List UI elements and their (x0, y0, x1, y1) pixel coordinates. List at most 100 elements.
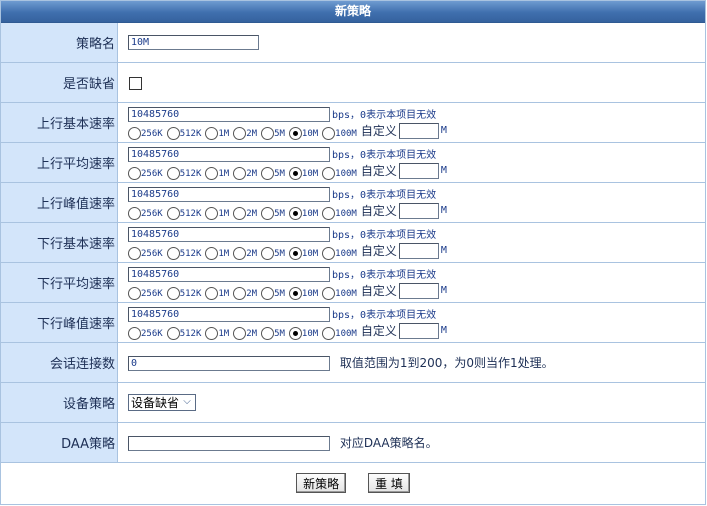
radio-button[interactable] (288, 206, 302, 220)
radio-button[interactable] (288, 286, 302, 300)
rate-option[interactable]: 2M (233, 162, 257, 180)
radio-button[interactable] (205, 206, 219, 220)
radio-button[interactable] (205, 246, 219, 260)
rate-option[interactable]: 512K (166, 322, 201, 340)
radio-button[interactable] (205, 326, 219, 340)
rate-option[interactable]: 256K (128, 122, 163, 140)
rate-option[interactable]: 512K (166, 162, 201, 180)
radio-button[interactable] (205, 126, 219, 140)
radio-button[interactable] (288, 326, 302, 340)
rate-option[interactable]: 256K (128, 162, 163, 180)
radio-button[interactable] (128, 286, 141, 300)
custom-rate-input[interactable] (398, 282, 439, 299)
rate-option[interactable]: 512K (166, 282, 201, 300)
rate-option[interactable]: 256K (128, 242, 163, 260)
radio-button[interactable] (166, 246, 180, 260)
rate-option[interactable]: 1M (205, 162, 229, 180)
radio-button[interactable] (233, 126, 247, 140)
rate-option[interactable]: 1M (205, 242, 229, 260)
radio-button[interactable] (322, 246, 336, 260)
radio-button[interactable] (288, 166, 302, 180)
rate-option[interactable]: 100M (322, 242, 357, 260)
rate-option[interactable]: 512K (166, 242, 201, 260)
radio-button[interactable] (233, 206, 247, 220)
rate-option[interactable]: 5M (261, 122, 285, 140)
custom-rate-input[interactable] (398, 162, 439, 179)
radio-button[interactable] (233, 286, 247, 300)
radio-button[interactable] (322, 126, 336, 140)
radio-button[interactable] (205, 286, 219, 300)
custom-rate-input[interactable] (398, 202, 439, 219)
radio-button[interactable] (233, 246, 247, 260)
radio-button[interactable] (233, 166, 247, 180)
radio-button[interactable] (166, 326, 180, 340)
radio-button[interactable] (261, 326, 275, 340)
radio-button[interactable] (322, 206, 336, 220)
radio-button[interactable] (166, 206, 180, 220)
custom-rate-input[interactable] (398, 322, 439, 339)
rate-option[interactable]: 256K (128, 322, 163, 340)
rate-option[interactable]: 512K (166, 122, 201, 140)
radio-button[interactable] (261, 286, 275, 300)
rate-value-input[interactable] (128, 186, 330, 202)
radio-button[interactable] (128, 206, 141, 220)
rate-option[interactable]: 2M (233, 322, 257, 340)
rate-option[interactable]: 2M (233, 122, 257, 140)
radio-button[interactable] (128, 126, 141, 140)
rate-option[interactable]: 256K (128, 202, 163, 220)
radio-button[interactable] (261, 126, 275, 140)
rate-value-input[interactable] (128, 106, 330, 122)
reset-button[interactable]: 重 填 (368, 473, 410, 493)
daa-policy-input[interactable] (128, 436, 330, 451)
rate-option[interactable]: 1M (205, 322, 229, 340)
rate-option[interactable]: 5M (261, 282, 285, 300)
radio-button[interactable] (261, 166, 275, 180)
radio-button[interactable] (322, 286, 336, 300)
rate-option[interactable]: 10M (288, 282, 318, 300)
radio-button[interactable] (166, 286, 180, 300)
radio-button[interactable] (166, 126, 180, 140)
rate-option[interactable]: 5M (261, 162, 285, 180)
device-policy-select[interactable]: 设备缺省 ⌵ (128, 394, 197, 411)
radio-button[interactable] (128, 246, 141, 260)
rate-value-input[interactable] (128, 306, 330, 322)
rate-option[interactable]: 10M (288, 242, 318, 260)
rate-option[interactable]: 512K (166, 202, 201, 220)
radio-button[interactable] (261, 206, 275, 220)
radio-button[interactable] (261, 246, 275, 260)
rate-option[interactable]: 5M (261, 202, 285, 220)
rate-value-input[interactable] (128, 226, 330, 242)
rate-option[interactable]: 2M (233, 242, 257, 260)
custom-rate-input[interactable] (398, 242, 439, 259)
radio-button[interactable] (322, 166, 336, 180)
rate-option[interactable]: 256K (128, 282, 163, 300)
custom-rate-input[interactable] (398, 122, 439, 139)
rate-option[interactable]: 100M (322, 122, 357, 140)
radio-button[interactable] (128, 326, 141, 340)
rate-value-input[interactable] (128, 146, 330, 162)
radio-button[interactable] (233, 326, 247, 340)
is-default-checkbox[interactable] (129, 76, 142, 90)
sessions-input[interactable] (128, 356, 330, 371)
rate-option[interactable]: 1M (205, 282, 229, 300)
rate-option[interactable]: 1M (205, 122, 229, 140)
rate-option[interactable]: 100M (322, 162, 357, 180)
radio-button[interactable] (288, 126, 302, 140)
rate-option[interactable]: 10M (288, 122, 318, 140)
rate-option[interactable]: 1M (205, 202, 229, 220)
rate-option[interactable]: 2M (233, 202, 257, 220)
rate-option[interactable]: 100M (322, 322, 357, 340)
rate-option[interactable]: 2M (233, 282, 257, 300)
rate-option[interactable]: 10M (288, 202, 318, 220)
radio-button[interactable] (288, 246, 302, 260)
radio-button[interactable] (166, 166, 180, 180)
rate-value-input[interactable] (128, 266, 330, 282)
rate-option[interactable]: 5M (261, 322, 285, 340)
radio-button[interactable] (205, 166, 219, 180)
rate-option[interactable]: 100M (322, 282, 357, 300)
rate-option[interactable]: 10M (288, 162, 318, 180)
rate-option[interactable]: 10M (288, 322, 318, 340)
submit-button[interactable]: 新策略 (296, 473, 347, 493)
policy-name-input[interactable] (128, 35, 259, 50)
radio-button[interactable] (128, 166, 141, 180)
